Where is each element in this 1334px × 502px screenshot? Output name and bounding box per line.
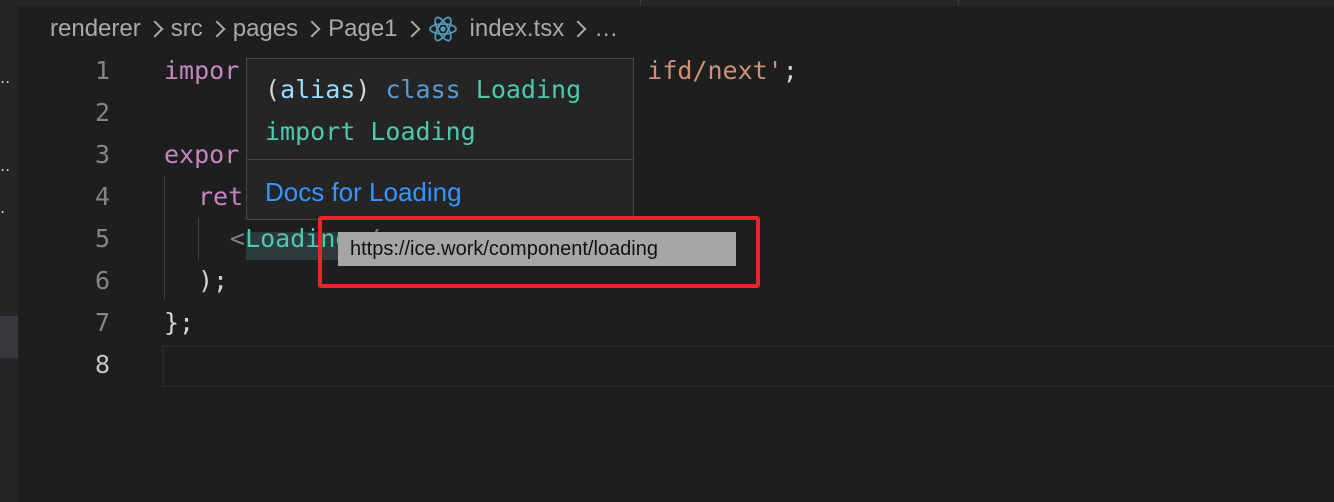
indent-guide xyxy=(198,218,199,260)
breadcrumb-item-src[interactable]: src xyxy=(171,15,203,43)
string-literal: ifd/next' xyxy=(647,56,783,85)
truncated-text: .. xyxy=(0,156,11,175)
line-number: 7 xyxy=(94,308,110,337)
chevron-right-icon xyxy=(403,20,421,38)
docs-link[interactable]: Docs for Loading xyxy=(265,175,462,209)
keyword: impor xyxy=(164,56,240,85)
keyword: expor xyxy=(164,140,240,169)
chevron-right-icon xyxy=(569,20,587,38)
line-number: 4 xyxy=(94,182,110,211)
chevron-right-icon xyxy=(208,20,226,38)
tag-bracket: < xyxy=(230,224,246,253)
current-line-highlight xyxy=(162,345,1334,387)
breadcrumb-item-page1[interactable]: Page1 xyxy=(328,15,397,43)
line-number-active: 8 xyxy=(94,350,110,379)
code-line-3[interactable]: expor xyxy=(164,134,239,176)
truncated-text: . xyxy=(0,198,6,217)
line-number: 1 xyxy=(94,56,110,85)
code-line-4[interactable]: ret xyxy=(198,176,243,218)
punctuation: ; xyxy=(782,56,798,85)
breadcrumb: renderer src pages Page1 index.tsx … xyxy=(50,12,618,46)
breadcrumb-ellipsis[interactable]: … xyxy=(594,15,618,43)
annotation-highlight-box xyxy=(318,216,760,288)
breadcrumb-item-pages[interactable]: pages xyxy=(233,15,298,43)
sidebar-edge: .. .. . xyxy=(0,0,18,502)
hover-divider xyxy=(247,159,633,160)
line-number: 3 xyxy=(94,140,110,169)
react-icon xyxy=(428,16,457,42)
chevron-right-icon xyxy=(146,20,164,38)
chevron-right-icon xyxy=(303,20,321,38)
indent-guide xyxy=(164,176,165,300)
breadcrumb-item-file[interactable]: index.tsx xyxy=(470,15,565,43)
hover-tooltip[interactable]: (alias) class Loading import Loading Doc… xyxy=(246,58,634,220)
line-number: 6 xyxy=(94,266,110,295)
line-number: 5 xyxy=(94,224,110,253)
sidebar-selected-item[interactable] xyxy=(0,316,18,358)
breadcrumb-item-renderer[interactable]: renderer xyxy=(50,15,141,43)
code-line-6[interactable]: ); xyxy=(198,260,228,302)
code-line-7[interactable]: }; xyxy=(164,302,194,344)
line-number: 2 xyxy=(94,98,110,127)
title-bar-strip xyxy=(0,0,1334,6)
hover-signature: (alias) class Loading import Loading xyxy=(265,75,582,146)
truncated-text: .. xyxy=(0,68,11,87)
keyword: ret xyxy=(198,182,244,211)
